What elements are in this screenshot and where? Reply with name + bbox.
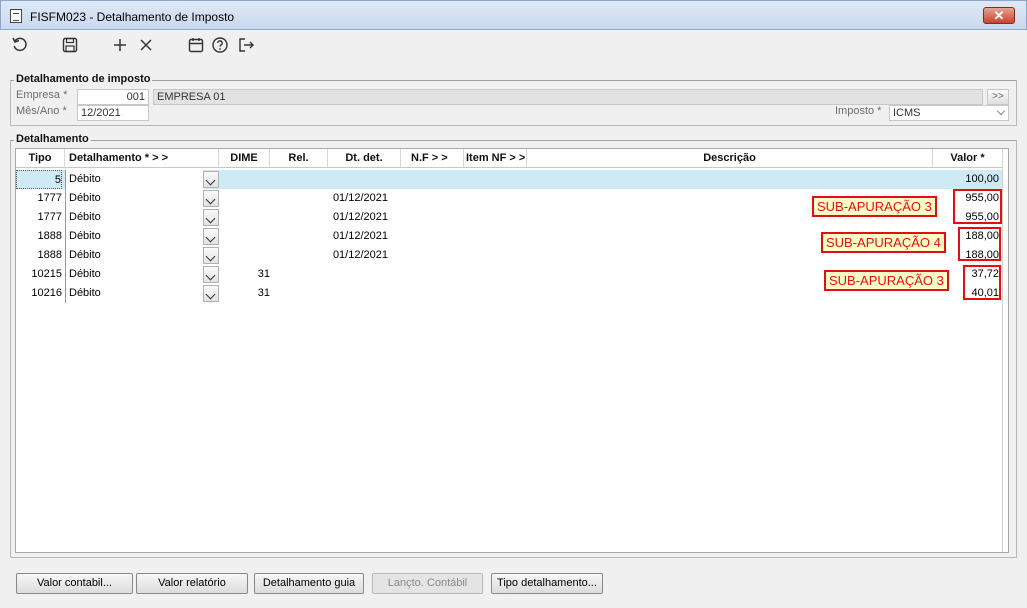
toolbar bbox=[0, 30, 1027, 64]
col-header-dime[interactable]: DIME bbox=[219, 149, 270, 168]
chevron-down-icon bbox=[996, 106, 1006, 116]
cell-detalhamento[interactable]: Débito bbox=[65, 208, 203, 227]
cell-dtdet bbox=[328, 265, 388, 284]
header-group-legend: Detalhamento de imposto bbox=[14, 73, 153, 85]
mesano-field[interactable]: 12/2021 bbox=[77, 105, 149, 121]
cell-tipo[interactable]: 1777 bbox=[16, 189, 62, 208]
imposto-select-value: ICMS bbox=[893, 107, 921, 119]
chevron-down-icon[interactable] bbox=[203, 171, 219, 188]
col-header-itemnf[interactable]: Item NF > > bbox=[464, 149, 527, 168]
cell-tipo[interactable]: 10216 bbox=[16, 284, 62, 303]
chevron-down-icon[interactable] bbox=[203, 190, 219, 207]
annotation-box-valor bbox=[963, 265, 1001, 300]
cell-dime bbox=[219, 170, 270, 189]
imposto-label: Imposto * bbox=[835, 105, 882, 117]
add-icon[interactable] bbox=[110, 36, 130, 56]
delete-icon[interactable] bbox=[136, 36, 156, 56]
cell-dtdet bbox=[328, 284, 388, 303]
chevron-down-icon[interactable] bbox=[203, 247, 219, 264]
cell-dime bbox=[219, 227, 270, 246]
col-header-tipo[interactable]: Tipo bbox=[16, 149, 65, 168]
col-header-rel[interactable]: Rel. bbox=[270, 149, 328, 168]
cell-tipo[interactable]: 1888 bbox=[16, 246, 62, 265]
refresh-icon[interactable] bbox=[10, 36, 30, 56]
chevron-down-icon[interactable] bbox=[203, 228, 219, 245]
cell-detalhamento[interactable]: Débito bbox=[65, 284, 203, 303]
cell-dime: 31 bbox=[257, 268, 270, 280]
cell-dime bbox=[219, 189, 270, 208]
chevron-down-icon[interactable] bbox=[203, 266, 219, 283]
cell-valor[interactable]: 100,00 bbox=[933, 170, 999, 189]
cell-dime bbox=[219, 246, 270, 265]
empresa-label: Empresa * bbox=[16, 89, 68, 101]
annotation-label: SUB-APURAÇÃO 3 bbox=[824, 270, 949, 291]
tipo-detalhamento-button[interactable]: Tipo detalhamento... bbox=[491, 573, 603, 594]
chevron-down-icon[interactable] bbox=[203, 209, 219, 226]
cell-detalhamento[interactable]: Débito bbox=[65, 246, 203, 265]
help-icon[interactable] bbox=[210, 36, 230, 56]
cell-detalhamento[interactable]: Débito bbox=[65, 189, 203, 208]
detalhamento-guia-button[interactable]: Detalhamento guia bbox=[254, 573, 364, 594]
cell-detalhamento[interactable]: Débito bbox=[65, 170, 203, 189]
imposto-select[interactable]: ICMS bbox=[889, 105, 1009, 121]
valor-contabil-button[interactable]: Valor contabil... bbox=[16, 573, 133, 594]
cell-dtdet: 01/12/2021 bbox=[332, 192, 388, 204]
cell-tipo[interactable]: 1888 bbox=[16, 227, 62, 246]
annotation-box-valor bbox=[958, 227, 1001, 261]
cell-detalhamento[interactable]: Débito bbox=[65, 265, 203, 284]
empresa-code-field[interactable]: 001 bbox=[77, 89, 149, 105]
cell-dime: 31 bbox=[257, 287, 270, 299]
save-icon[interactable] bbox=[60, 36, 80, 56]
cell-tipo[interactable]: 5 bbox=[16, 170, 62, 189]
mesano-label: Mês/Ano * bbox=[16, 105, 67, 117]
cell-dime bbox=[219, 208, 270, 227]
col-header-dtdet[interactable]: Dt. det. bbox=[328, 149, 401, 168]
cell-detalhamento[interactable]: Débito bbox=[65, 227, 203, 246]
cell-dtdet bbox=[328, 170, 388, 189]
vertical-scrollbar[interactable] bbox=[1002, 168, 1008, 552]
window-title: FISFM023 - Detalhamento de Imposto bbox=[30, 10, 235, 24]
cell-dtdet: 01/12/2021 bbox=[332, 230, 388, 242]
cell-tipo[interactable]: 10215 bbox=[16, 265, 62, 284]
empresa-lookup-button[interactable]: >> bbox=[987, 89, 1009, 105]
detail-group-legend: Detalhamento bbox=[14, 133, 91, 145]
table-row[interactable]: 5 Débito 100,00 bbox=[16, 170, 1003, 189]
document-icon bbox=[10, 9, 22, 23]
exit-icon[interactable] bbox=[236, 36, 256, 56]
close-button[interactable]: ✕ bbox=[983, 7, 1015, 24]
annotation-box-valor bbox=[953, 189, 1002, 224]
valor-relatorio-button[interactable]: Valor relatório bbox=[136, 573, 248, 594]
calendar-icon[interactable] bbox=[186, 36, 206, 56]
cell-tipo[interactable]: 1777 bbox=[16, 208, 62, 227]
annotation-label: SUB-APURAÇÃO 3 bbox=[812, 196, 937, 217]
col-header-nf[interactable]: N.F > > bbox=[401, 149, 464, 168]
annotation-label: SUB-APURAÇÃO 4 bbox=[821, 232, 946, 253]
cell-dtdet: 01/12/2021 bbox=[332, 249, 388, 261]
lancto-contabil-button: Lançto. Contábil bbox=[372, 573, 483, 594]
empresa-name-field: EMPRESA 01 bbox=[153, 89, 983, 105]
cell-dtdet: 01/12/2021 bbox=[332, 211, 388, 223]
col-header-valor[interactable]: Valor * bbox=[933, 149, 1003, 168]
title-bar: FISFM023 - Detalhamento de Imposto ✕ bbox=[0, 0, 1027, 30]
col-header-descricao[interactable]: Descrição bbox=[527, 149, 933, 168]
col-header-detalhamento[interactable]: Detalhamento * > > bbox=[65, 149, 219, 168]
chevron-down-icon[interactable] bbox=[203, 285, 219, 302]
